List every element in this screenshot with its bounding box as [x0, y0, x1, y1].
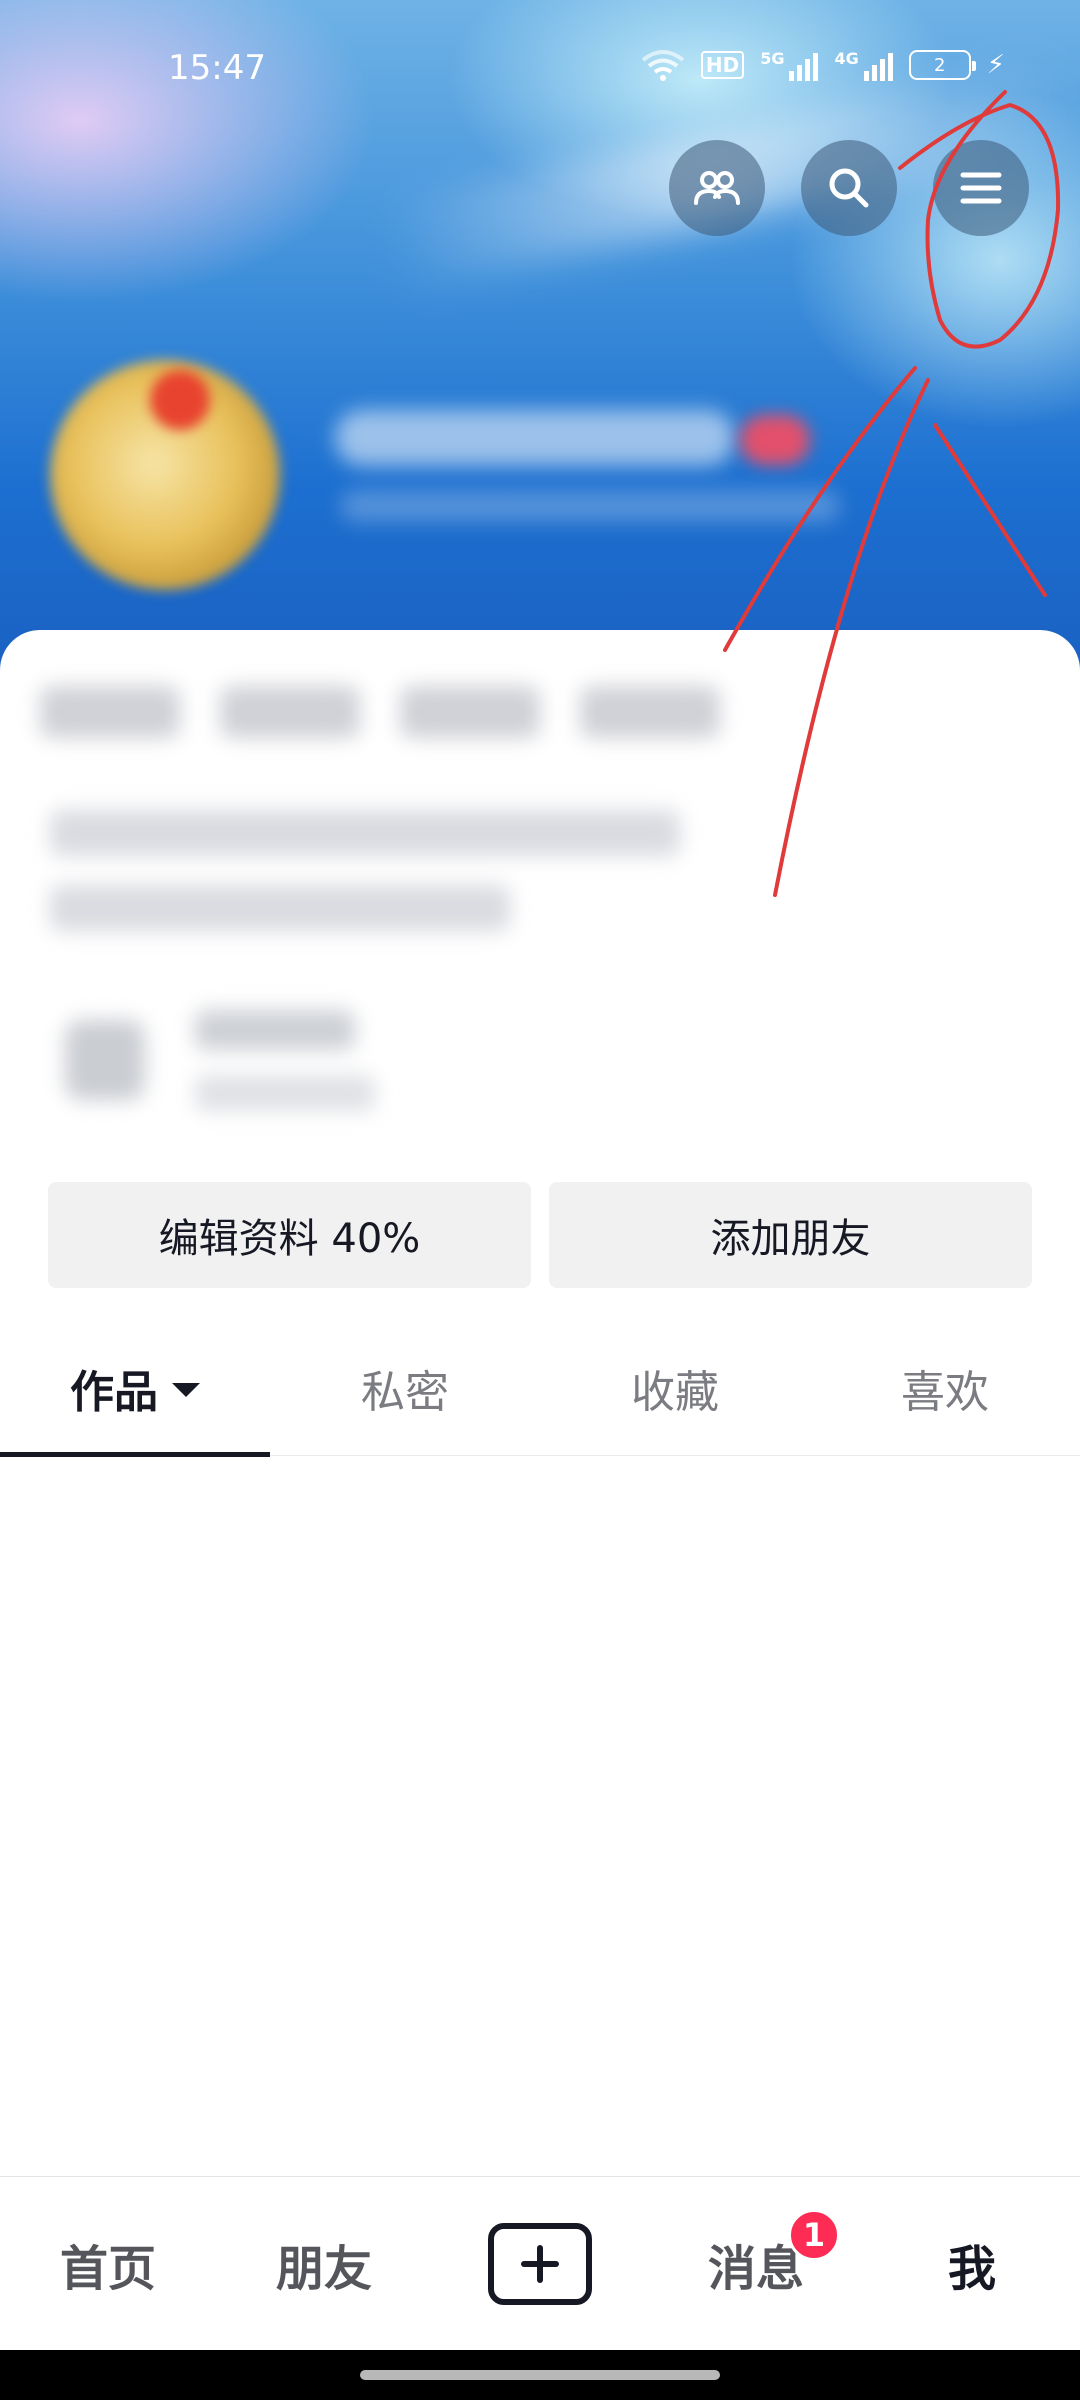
blurred-stat[interactable]: [220, 686, 360, 738]
create-button[interactable]: [488, 2222, 592, 2305]
search-icon: [829, 168, 869, 208]
nav-create[interactable]: [432, 2177, 648, 2351]
menu-icon: [960, 172, 1002, 204]
tab-private-label: 私密: [361, 1367, 449, 1418]
edit-profile-button[interactable]: 编辑资料 40%: [48, 1182, 531, 1288]
tab-works-label: 作品: [70, 1367, 158, 1418]
status-bar: 15:47 HD 5G 4G 2 ⚡: [0, 0, 1080, 130]
friends-button[interactable]: [669, 140, 765, 236]
battery-icon: 2: [908, 50, 976, 80]
messages-badge: 1: [788, 2208, 840, 2261]
nav-home[interactable]: 首页: [0, 2177, 216, 2351]
blurred-link-icon[interactable]: [65, 1020, 145, 1100]
blurred-stats: [40, 686, 720, 738]
blurred-stat[interactable]: [580, 686, 720, 738]
signal-4g-icon: 4G: [834, 49, 893, 81]
caret-down-icon: [172, 1383, 200, 1397]
status-time: 15:47: [168, 48, 266, 88]
friends-icon: [694, 171, 740, 205]
blurred-bio-line: [50, 885, 510, 931]
tab-likes-label: 喜欢: [901, 1367, 989, 1418]
system-gesture-area: [0, 2350, 1080, 2400]
tab-favorites[interactable]: 收藏: [540, 1320, 810, 1456]
tab-private[interactable]: 私密: [270, 1320, 540, 1456]
blurred-link-subtitle: [195, 1075, 375, 1111]
nav-friends[interactable]: 朋友: [216, 2177, 432, 2351]
blurred-username: [335, 410, 735, 466]
blurred-badge: [740, 415, 810, 465]
status-icons: HD 5G 4G 2 ⚡: [641, 48, 1005, 82]
plus-icon: [521, 2244, 559, 2283]
signal-5g-icon: 5G: [760, 49, 819, 81]
hd-voice-icon: HD: [700, 51, 745, 79]
nav-me[interactable]: 我: [864, 2177, 1080, 2351]
blurred-stat[interactable]: [400, 686, 540, 738]
add-friend-button[interactable]: 添加朋友: [549, 1182, 1032, 1288]
avatar-decoration: [150, 370, 210, 430]
blurred-stat[interactable]: [40, 686, 180, 738]
bolt-icon: ⚡: [986, 50, 1005, 80]
tab-works[interactable]: 作品: [0, 1320, 270, 1457]
search-button[interactable]: [801, 140, 897, 236]
home-indicator[interactable]: [360, 2370, 720, 2380]
wifi-icon: [641, 50, 685, 81]
nav-messages[interactable]: 消息 1: [648, 2177, 864, 2351]
blurred-bio-line: [50, 810, 680, 856]
menu-button[interactable]: [933, 140, 1029, 236]
blurred-user-id: [340, 490, 840, 522]
blurred-link-title: [195, 1010, 355, 1050]
tab-favorites-label: 收藏: [631, 1367, 719, 1418]
profile-tabs: 作品 私密 收藏 喜欢: [0, 1320, 1080, 1457]
battery-level: 2: [934, 54, 946, 76]
tab-likes[interactable]: 喜欢: [810, 1320, 1080, 1456]
bottom-nav: 首页 朋友 消息 1 我: [0, 2176, 1080, 2350]
